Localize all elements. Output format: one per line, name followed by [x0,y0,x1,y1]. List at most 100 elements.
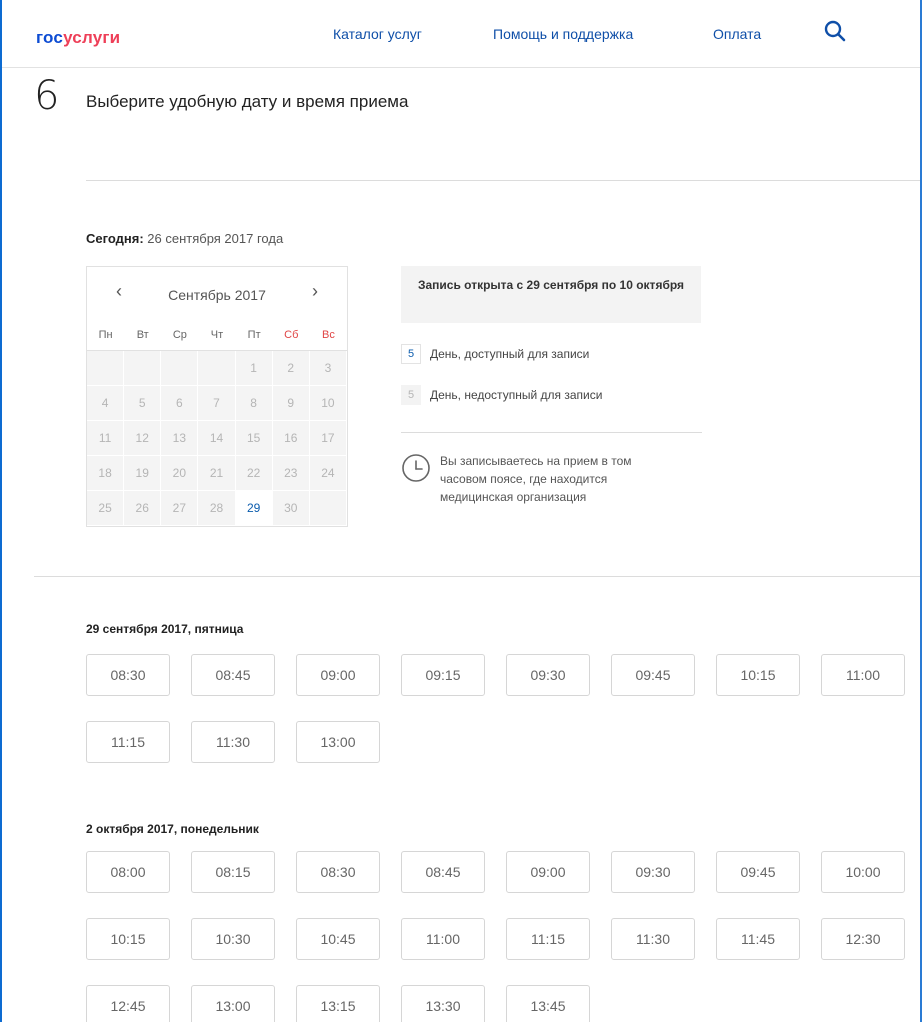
time-slot-button[interactable]: 10:15 [86,918,170,960]
slot-day-heading: 2 октября 2017, понедельник [86,822,259,836]
time-slot-button[interactable]: 13:00 [296,721,380,763]
calendar-day-unavailable: 26 [124,491,162,526]
calendar-day-unavailable: 5 [124,386,162,421]
legend-available-swatch: 5 [401,344,421,364]
date-calendar: ‹ Сентябрь 2017 › Пн Вт Ср Чт Пт Сб Вс 1… [86,266,348,527]
calendar-day-unavailable: 4 [87,386,125,421]
calendar-day-unavailable: 18 [87,456,125,491]
calendar-day-unavailable: 20 [161,456,199,491]
time-slot-button[interactable]: 08:15 [191,851,275,893]
calendar-day-unavailable: 23 [272,456,310,491]
calendar-header: ‹ Сентябрь 2017 › [87,267,347,323]
calendar-days-grid: 1 2 3 4 5 6 7 8 9 10 11 12 13 14 15 16 17 18 19 20 21 22 23 24 2… [87,351,347,526]
calendar-day-unavailable: 16 [272,421,310,456]
time-slot-button[interactable]: 11:30 [611,918,695,960]
today-label: Сегодня: [86,231,144,246]
calendar-day-unavailable: 6 [161,386,199,421]
calendar-empty-cell [161,351,199,386]
legend-available: 5 День, доступный для записи [401,343,589,365]
time-slot-button[interactable]: 10:45 [296,918,380,960]
nav-link-help[interactable]: Помощь и поддержка [493,26,633,42]
time-slot-button[interactable]: 09:45 [716,851,800,893]
time-slot-button[interactable]: 13:30 [401,985,485,1022]
weekday-label: Чт [210,329,224,341]
divider [401,432,702,433]
calendar-empty-cell [198,351,236,386]
time-slot-button[interactable]: 09:00 [506,851,590,893]
calendar-day-unavailable: 24 [309,456,347,491]
time-slot-button[interactable]: 09:15 [401,654,485,696]
time-slot-button[interactable]: 12:45 [86,985,170,1022]
time-slot-button[interactable]: 11:15 [86,721,170,763]
calendar-day-unavailable: 13 [161,421,199,456]
today-value: 26 сентября 2017 года [147,231,284,246]
calendar-day-unavailable: 12 [124,421,162,456]
legend-unavailable: 5 День, недоступный для записи [401,384,602,406]
search-button[interactable] [822,18,850,46]
time-slot-button[interactable]: 08:00 [86,851,170,893]
gosuslugi-logo[interactable]: госуслуги [36,28,120,48]
calendar-day-unavailable: 7 [198,386,236,421]
time-slot-button[interactable]: 09:30 [506,654,590,696]
time-slot-button[interactable]: 08:30 [86,654,170,696]
calendar-day-unavailable: 11 [87,421,125,456]
site-header: госуслуги Каталог услуг Помощь и поддерж… [2,0,920,68]
time-slot-button[interactable]: 09:00 [296,654,380,696]
calendar-day-unavailable: 27 [161,491,199,526]
time-slot-button[interactable]: 10:30 [191,918,275,960]
time-slot-button[interactable]: 09:30 [611,851,695,893]
weekday-label: Пт [247,329,261,341]
weekday-label: Ср [172,329,187,341]
time-slot-button[interactable]: 08:30 [296,851,380,893]
time-slot-button[interactable]: 12:30 [821,918,905,960]
nav-link-payment[interactable]: Оплата [713,26,761,42]
page-title: Выберите удобную дату и время приема [86,92,409,111]
calendar-day-unavailable: 17 [309,421,347,456]
time-slot-button[interactable]: 11:00 [401,918,485,960]
calendar-day-unavailable: 9 [272,386,310,421]
calendar-day-unavailable: 2 [272,351,310,386]
nav-link-catalog[interactable]: Каталог услуг [333,26,422,42]
booking-period-notice: Запись открыта с 29 сентября по 10 октяб… [401,266,701,323]
calendar-empty-cell [87,351,125,386]
time-slot-button[interactable]: 13:45 [506,985,590,1022]
legend-unavailable-swatch: 5 [401,385,421,405]
time-slot-button[interactable]: 13:15 [296,985,380,1022]
window-frame-left [0,0,2,1022]
time-slots-day-2: 08:00 08:15 08:30 08:45 09:00 09:30 09:45 10:00… [86,851,922,1022]
calendar-next-button[interactable]: › [305,281,325,302]
time-slot-button[interactable]: 11:00 [821,654,905,696]
legend-unavailable-text: День, недоступный для записи [430,388,603,402]
weekday-label: Вт [136,329,149,341]
timezone-note: Вы записываетесь на прием в том часовом … [440,454,632,504]
calendar-day-unavailable: 30 [272,491,310,526]
time-slot-button[interactable]: 11:45 [716,918,800,960]
calendar-day-unavailable: 8 [235,386,273,421]
time-slot-button[interactable]: 09:45 [611,654,695,696]
calendar-empty-cell [124,351,162,386]
weekday-label: Пн [98,329,113,341]
time-slot-button[interactable]: 11:15 [506,918,590,960]
calendar-day-unavailable: 3 [309,351,347,386]
time-slot-button[interactable]: 11:30 [191,721,275,763]
calendar-day-unavailable: 15 [235,421,273,456]
weekday-label-weekend: Сб [284,329,299,341]
calendar-day-unavailable: 14 [198,421,236,456]
calendar-day-available[interactable]: 29 [235,491,273,526]
calendar-day-unavailable: 10 [309,386,347,421]
time-slot-button[interactable]: 08:45 [191,654,275,696]
calendar-day-unavailable: 22 [235,456,273,491]
search-icon [824,20,846,42]
time-slot-button[interactable]: 13:00 [191,985,275,1022]
clock-icon [402,454,430,482]
time-slot-button[interactable]: 08:45 [401,851,485,893]
slot-day-heading: 29 сентября 2017, пятница [86,622,244,636]
today-date: Сегодня: 26 сентября 2017 года [86,231,283,246]
weekday-label-weekend: Вс [321,329,335,341]
calendar-day-unavailable: 25 [87,491,125,526]
time-slot-button[interactable]: 10:15 [716,654,800,696]
calendar-day-unavailable: 1 [235,351,273,386]
time-slot-button[interactable]: 10:00 [821,851,905,893]
calendar-day-unavailable: 21 [198,456,236,491]
time-slots-day-1: 08:30 08:45 09:00 09:15 09:30 09:45 10:15 11:00… [86,654,922,763]
